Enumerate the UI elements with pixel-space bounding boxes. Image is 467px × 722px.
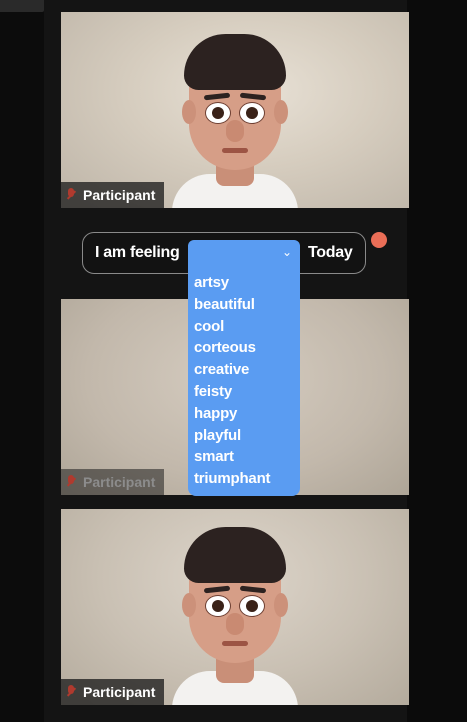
dropdown-option-triumphant[interactable]: triumphant [194, 468, 300, 490]
participant-name: Participant [83, 474, 156, 490]
dropdown-option-feisty[interactable]: feisty [194, 381, 300, 403]
mic-muted-icon [67, 188, 75, 202]
video-tile-3[interactable]: Participant [61, 509, 409, 705]
feeling-dropdown-list: artsy beautiful cool corteous creative f… [188, 266, 300, 496]
video-tile-1[interactable]: Participant [61, 12, 409, 208]
participant-name-badge: Participant [61, 679, 165, 705]
dropdown-option-smart[interactable]: smart [194, 446, 300, 468]
mic-muted-icon [67, 475, 75, 489]
chevron-down-icon[interactable]: ⌄ [282, 245, 292, 259]
participant-avatar [160, 34, 310, 208]
dropdown-option-corteous[interactable]: corteous [194, 337, 300, 359]
feeling-suffix-label: Today [308, 244, 353, 261]
feeling-select[interactable]: ⌄ [188, 240, 300, 266]
left-sidebar [0, 0, 44, 722]
participant-name: Participant [83, 187, 156, 203]
mic-muted-icon [67, 685, 75, 699]
participant-name: Participant [83, 684, 156, 700]
right-sidebar [407, 0, 467, 722]
dropdown-option-artsy[interactable]: artsy [194, 272, 300, 294]
participant-avatar [160, 527, 310, 705]
sidebar-tab[interactable] [0, 0, 44, 12]
feeling-prefix-label: I am feeling [95, 244, 180, 261]
participant-name-badge: Participant [61, 182, 165, 208]
participant-name-badge: Participant [61, 469, 165, 495]
dropdown-option-playful[interactable]: playful [194, 425, 300, 447]
dropdown-option-beautiful[interactable]: beautiful [194, 294, 300, 316]
notification-dot[interactable] [371, 232, 387, 248]
dropdown-option-creative[interactable]: creative [194, 359, 300, 381]
dropdown-option-cool[interactable]: cool [194, 316, 300, 338]
dropdown-option-happy[interactable]: happy [194, 403, 300, 425]
